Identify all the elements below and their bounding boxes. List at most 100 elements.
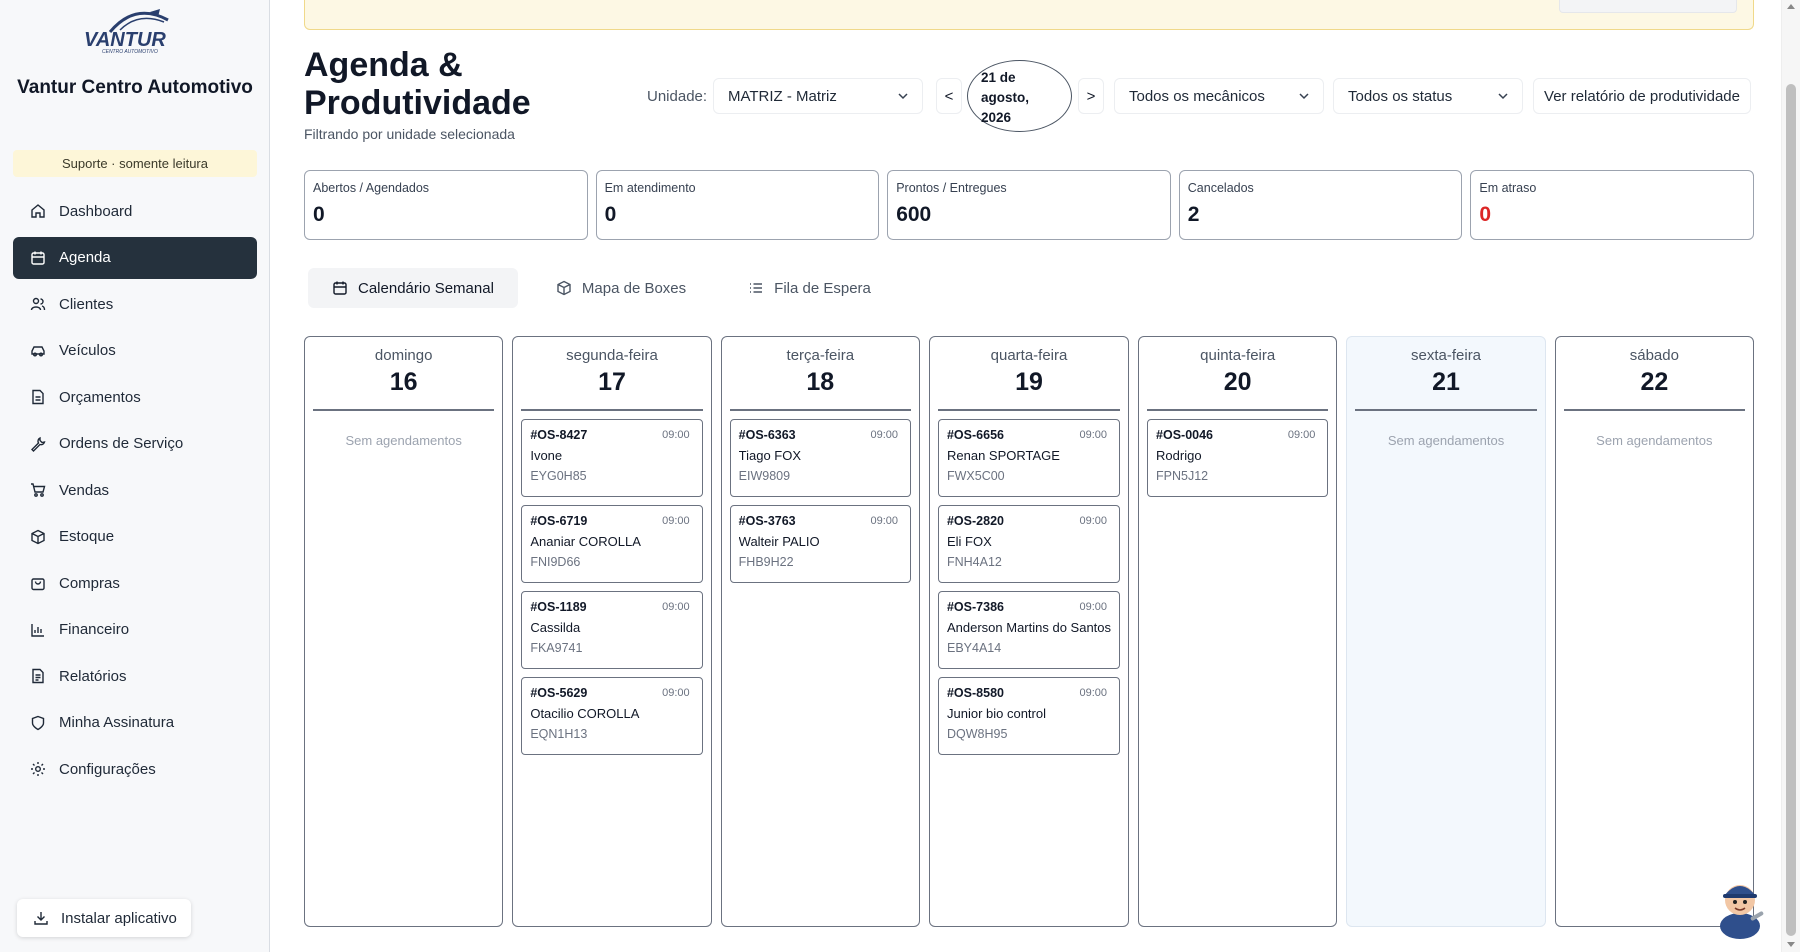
day-column: sexta-feira 21 Sem agendamentos <box>1346 336 1546 927</box>
appointment-card[interactable]: #OS-6719 09:00 Ananiar COROLLA FNI9D66 <box>521 505 703 583</box>
cart-icon <box>29 481 47 499</box>
appointment-card[interactable]: #OS-8580 09:00 Junior bio control DQW8H95 <box>937 677 1121 755</box>
day-name: domingo <box>374 347 433 364</box>
sidebar-item-clientes[interactable]: Clientes <box>13 283 257 325</box>
sidebar-item-relatorios[interactable]: Relatórios <box>13 655 257 697</box>
scroll-up-arrow[interactable] <box>1787 4 1795 9</box>
tab-calendario-semanal[interactable]: Calendário Semanal <box>308 268 518 308</box>
sidebar-item-estoque[interactable]: Estoque <box>13 516 257 558</box>
mechanics-select[interactable]: Todos os mecânicos <box>1114 78 1324 114</box>
day-column: quarta-feira 19 #OS-6656 09:00 Renan SPORTAG… <box>928 336 1130 927</box>
day-number: 20 <box>1223 368 1252 396</box>
unit-label: Unidade: <box>647 88 708 105</box>
page-subtitle: Filtrando por unidade selecionada <box>304 126 515 142</box>
sidebar-item-orcamentos[interactable]: Orçamentos <box>13 376 257 418</box>
sidebar-item-compras[interactable]: Compras <box>13 562 257 604</box>
kpi-em-atraso: Em atraso 0 <box>1470 170 1754 240</box>
client-name: Ananiar COROLLA <box>530 534 641 549</box>
day-column: quinta-feira 20 #OS-0046 09:00 Rodrigo FPN5J1… <box>1138 336 1338 927</box>
wrench-icon <box>29 435 47 453</box>
tab-fila-de-espera[interactable]: Fila de Espera <box>724 268 895 308</box>
client-name: Junior bio control <box>946 706 1046 721</box>
client-name: Anderson Martins do Santos <box>946 620 1112 635</box>
day-name: sábado <box>1629 347 1679 364</box>
sidebar-item-minha-assinatura[interactable]: Minha Assinatura <box>13 702 257 744</box>
appointment-card[interactable]: #OS-2820 09:00 Eli FOX FNH4A12 <box>937 505 1121 583</box>
box-icon <box>556 280 573 297</box>
sidebar-item-veiculos[interactable]: Veículos <box>13 330 257 372</box>
vantur-logo: VANTUR CENTRO AUTOMOTIVO <box>84 9 169 54</box>
status-select[interactable]: Todos os status <box>1333 78 1523 114</box>
client-name: Ivone <box>530 448 563 463</box>
box-icon <box>29 528 47 546</box>
scroll-down-arrow[interactable] <box>1787 942 1795 947</box>
appointment-card[interactable]: #OS-5629 09:00 Otacilio COROLLA EQN1H13 <box>521 677 703 755</box>
appointment-card[interactable]: #OS-3763 09:00 Walteir PALIO FHB9H22 <box>729 505 911 583</box>
appointment-time: 09:00 <box>662 687 690 699</box>
appointment-card[interactable]: #OS-0046 09:00 Rodrigo FPN5J12 <box>1147 419 1329 497</box>
sidebar-item-agenda[interactable]: Agenda <box>13 236 257 279</box>
appointment-time: 09:00 <box>1079 515 1108 527</box>
kpi-label: Em atraso <box>1479 181 1537 195</box>
download-icon <box>33 909 51 927</box>
prev-week-button[interactable]: < <box>936 78 962 114</box>
sidebar-item-label: Configurações <box>59 760 156 778</box>
date-line-1: 21 de <box>981 70 1016 85</box>
appointment-card[interactable]: #OS-1189 09:00 Cassilda FKA9741 <box>521 591 703 669</box>
sidebar-item-vendas[interactable]: Vendas <box>13 469 257 511</box>
appointment-time: 09:00 <box>870 429 898 441</box>
day-header: domingo 16 <box>313 337 495 411</box>
day-name: terça-feira <box>786 347 855 364</box>
day-header: quarta-feira 19 <box>937 337 1121 411</box>
sidebar-item-dashboard[interactable]: Dashboard <box>13 190 257 232</box>
sidebar-item-configuracoes[interactable]: Configurações <box>13 748 257 790</box>
client-name: Rodrigo <box>1156 448 1202 463</box>
chevron-down-icon <box>1299 93 1309 100</box>
car-icon <box>29 342 47 360</box>
page-scrollbar[interactable] <box>1781 0 1800 952</box>
notice-banner <box>304 0 1754 30</box>
client-name: Cassilda <box>530 620 581 635</box>
appointment-card[interactable]: #OS-7386 09:00 Anderson Martins do Santos E… <box>937 591 1121 669</box>
scroll-thumb[interactable] <box>1786 84 1796 936</box>
home-icon <box>29 202 47 220</box>
client-name: Renan SPORTAGE <box>946 448 1060 463</box>
banner-action-button[interactable] <box>1559 0 1737 13</box>
kpi-em-atendimento: Em atendimento 0 <box>595 170 880 240</box>
appointment-time: 09:00 <box>662 515 690 527</box>
sidebar-item-ordens-de-servico[interactable]: Ordens de Serviço <box>13 423 257 465</box>
day-number: 22 <box>1640 368 1669 396</box>
appointment-time: 09:00 <box>870 515 898 527</box>
appointment-card[interactable]: #OS-8427 09:00 Ivone EYG0H85 <box>521 419 703 497</box>
day-number: 21 <box>1432 368 1460 396</box>
appointment-card[interactable]: #OS-6656 09:00 Renan SPORTAGE FWX5C00 <box>937 419 1121 497</box>
kpi-abertos: Abertos / Agendados 0 <box>304 170 588 240</box>
appointment-time: 09:00 <box>1287 429 1316 441</box>
empty-day-label: Sem agendamentos <box>1596 433 1713 448</box>
sidebar-item-financeiro[interactable]: Financeiro <box>13 609 257 651</box>
day-number: 19 <box>1015 368 1043 396</box>
page-title: Agenda & Produtividade <box>304 46 531 122</box>
productivity-report-button[interactable]: Ver relatório de produtividade <box>1533 78 1751 114</box>
appointment-time: 09:00 <box>662 601 690 613</box>
date-picker[interactable]: 21 de agosto, 2026 <box>967 60 1072 132</box>
mechanics-select-value: Todos os mecânicos <box>1129 87 1265 105</box>
unit-select[interactable]: MATRIZ - Matriz <box>713 78 923 114</box>
next-week-button[interactable]: > <box>1078 78 1104 114</box>
view-tabs: Calendário Semanal Mapa de Boxes Fila de… <box>308 268 909 308</box>
sidebar-item-label: Veículos <box>59 342 116 359</box>
users-icon <box>29 295 47 313</box>
vehicle-plate: EBY4A14 <box>946 641 1002 655</box>
appointment-card[interactable]: #OS-6363 09:00 Tiago FOX EIW9809 <box>729 419 911 497</box>
vehicle-plate: DQW8H95 <box>946 727 1008 741</box>
empty-day-label: Sem agendamentos <box>345 433 462 448</box>
day-header: sexta-feira 21 <box>1355 337 1537 411</box>
report-icon <box>29 667 47 685</box>
kpi-label: Cancelados <box>1187 181 1254 195</box>
install-app-button[interactable]: Instalar aplicativo <box>17 899 191 937</box>
assistant-mascot-icon[interactable] <box>1710 870 1770 940</box>
shield-icon <box>29 714 47 732</box>
vehicle-plate: EYG0H85 <box>530 469 587 483</box>
tab-mapa-de-boxes[interactable]: Mapa de Boxes <box>532 268 710 308</box>
day-name: segunda-feira <box>566 347 658 364</box>
